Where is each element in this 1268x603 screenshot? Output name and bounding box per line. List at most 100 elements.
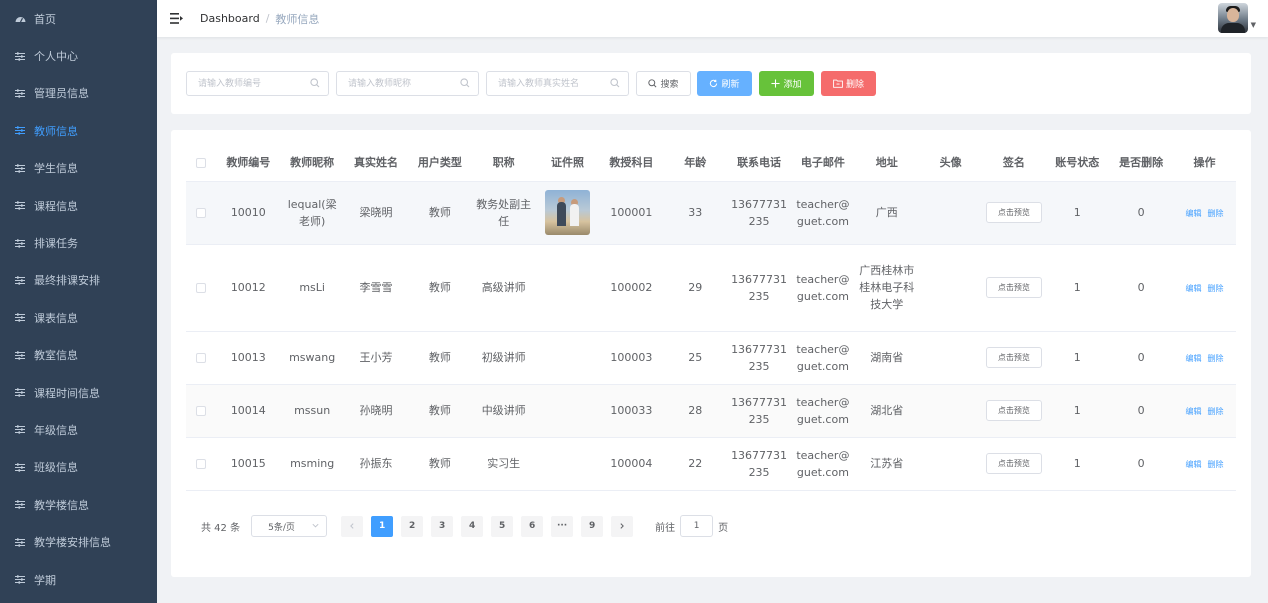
sidebar-item-timetable-info[interactable]: 课表信息 [0,299,157,336]
search-icon [648,79,657,88]
hamburger-menu-icon[interactable] [169,12,183,26]
is-deleted-cell: 0 [1109,331,1174,385]
preview-signature-button[interactable]: 点击预览 [985,347,1042,368]
sidebar-item-label: 学生信息 [34,162,78,176]
sidebar-item-profile[interactable]: 个人中心 [0,37,157,74]
delete-button[interactable]: 删除 [821,71,876,96]
column-header: 年龄 [663,144,728,182]
page-number-button[interactable]: 3 [431,515,454,537]
sidebar-item-scheduling-task[interactable]: 排课任务 [0,224,157,261]
preview-signature-button[interactable]: 点击预览 [985,202,1042,223]
column-header: 头像 [918,144,983,182]
sidebar-item-label: 首页 [34,12,56,26]
sidebar-item-semester[interactable]: 学期 [0,561,157,598]
preview-signature-button[interactable]: 点击预览 [985,400,1042,421]
phone-cell: 13677731235 [727,331,791,385]
sidebar-item-label: 最终排课安排 [34,274,100,288]
is-deleted-cell: 0 [1109,244,1174,332]
sidebar-item-course-info[interactable]: 课程信息 [0,187,157,224]
is-deleted-cell: 0 [1109,437,1174,491]
breadcrumb-current: 教师信息 [275,12,320,26]
sidebar-item-classroom-info[interactable]: 教室信息 [0,337,157,374]
edit-link[interactable]: 编辑 [1186,284,1202,293]
page-number-button[interactable]: 9 [581,515,604,537]
table-row[interactable]: 10014 mssun 孙晓明 教师 中级讲师 100033 28 13677731235 te… [186,384,1236,438]
sidebar-item-grade-info[interactable]: 年级信息 [0,411,157,448]
breadcrumb-dashboard[interactable]: Dashboard [200,12,260,25]
user-menu[interactable]: ▼ [1217,3,1256,33]
sidebar-item-label: 年级信息 [34,423,78,437]
table-row[interactable]: 10010 lequal(梁老师) 梁晓明 教师 教务处副主任 100001 33 13677… [186,181,1236,245]
teacher-no-search-field[interactable] [186,71,329,96]
sidebar-item-label: 学期 [34,573,56,587]
job-title-cell: 实习生 [471,437,536,491]
prev-page-button[interactable] [341,515,364,537]
sliders-icon [14,574,26,586]
goto-page-input[interactable]: 1 [680,515,714,537]
preview-signature-button[interactable]: 点击预览 [985,453,1042,474]
page-number-button[interactable]: 2 [401,515,424,537]
realname-cell: 王小芳 [344,331,408,385]
sidebar-item-teacher-info[interactable]: 教师信息 [0,112,157,149]
sidebar-item-student-info[interactable]: 学生信息 [0,150,157,187]
sidebar-item-class-info[interactable]: 班级信息 [0,449,157,486]
sidebar-item-admin-info[interactable]: 管理员信息 [0,75,157,112]
chevron-right-icon [620,523,624,529]
delete-link[interactable]: 删除 [1208,209,1224,218]
sidebar: 首页个人中心管理员信息教师信息学生信息课程信息 排课任务最终排课安排课表信息 教室信… [0,0,157,603]
row-checkbox[interactable] [196,208,207,218]
sidebar-item-building-arrangement-info[interactable]: 教学楼安排信息 [0,523,157,560]
realname-input[interactable] [498,72,616,95]
sidebar-item-label: 管理员信息 [34,87,89,101]
table-row[interactable]: 10013 mswang 王小芳 教师 初级讲师 100003 25 13677731235 t… [186,331,1236,385]
row-checkbox[interactable] [196,459,207,469]
sidebar-item-building-info[interactable]: 教学楼信息 [0,486,157,523]
edit-link[interactable]: 编辑 [1186,209,1202,218]
delete-link[interactable]: 删除 [1208,284,1224,293]
page-number-button[interactable]: 1 [371,515,394,537]
edit-link[interactable]: 编辑 [1186,460,1202,469]
page-number-button[interactable]: 5 [491,515,514,537]
delete-link[interactable]: 删除 [1208,407,1224,416]
preview-signature-button[interactable]: 点击预览 [985,277,1042,298]
delete-link[interactable]: 删除 [1208,460,1224,469]
select-all-checkbox[interactable] [196,157,207,168]
address-cell: 广西 [854,181,919,245]
edit-link[interactable]: 编辑 [1186,354,1202,363]
teacher-no-input[interactable] [198,72,316,95]
row-checkbox[interactable] [196,406,207,416]
page-size-select[interactable]: 5条/页 [251,515,328,537]
sliders-icon [14,274,26,286]
nickname-cell: mssun [280,384,345,438]
header-select-all [186,144,217,182]
page-number-button[interactable]: 6 [521,515,544,537]
next-page-button[interactable] [611,515,634,537]
search-button[interactable]: 搜索 [636,71,691,96]
delete-link[interactable]: 删除 [1208,354,1224,363]
refresh-button[interactable]: 刷新 [697,71,752,96]
email-cell: teacher@guet.com [790,181,855,245]
row-checkbox[interactable] [196,283,207,293]
caret-down-icon[interactable]: ▼ [1251,21,1256,29]
table-row[interactable]: 10015 msming 孙振东 教师 实习生 100004 22 13677731235 te… [186,437,1236,491]
add-button[interactable]: 添加 [759,71,814,96]
row-checkbox[interactable] [196,353,207,363]
page-ellipsis-button[interactable]: ··· [551,515,574,537]
page-number-button[interactable]: 4 [461,515,484,537]
column-header: 账号状态 [1045,144,1110,182]
nickname-cell: mswang [280,331,345,385]
nickname-input[interactable] [348,72,466,95]
age-cell: 22 [663,437,728,491]
edit-link[interactable]: 编辑 [1186,407,1202,416]
realname-search-field[interactable] [486,71,629,96]
signature-cell: 点击预览 [982,331,1046,385]
sidebar-item-course-time-info[interactable]: 课程时间信息 [0,374,157,411]
avatar[interactable] [1217,3,1248,33]
sidebar-item-home[interactable]: 首页 [0,0,157,37]
sidebar-item-final-schedule[interactable]: 最终排课安排 [0,262,157,299]
nickname-search-field[interactable] [336,71,479,96]
signature-cell: 点击预览 [982,244,1046,332]
user-type-cell: 教师 [407,384,472,438]
pagination-total: 共 42 条 [201,522,241,534]
table-row[interactable]: 10012 msLi 李雪雪 教师 高级讲师 100002 29 13677731235 tea… [186,244,1236,332]
